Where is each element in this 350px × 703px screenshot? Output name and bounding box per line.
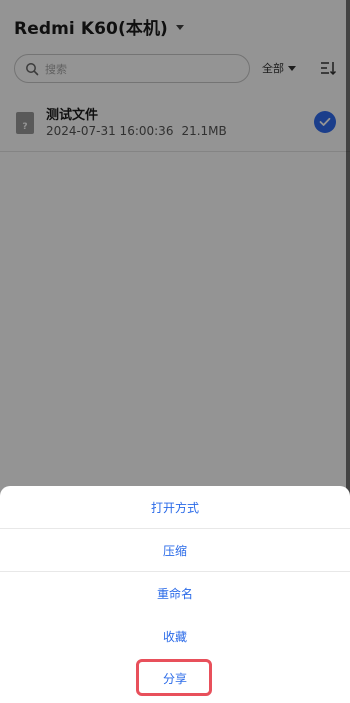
- menu-item-share[interactable]: 分享: [0, 657, 350, 700]
- menu-item-rename[interactable]: 重命名: [0, 572, 350, 615]
- menu-item-label: 压缩: [162, 543, 187, 558]
- action-sheet: 打开方式 压缩 重命名 收藏 分享: [0, 486, 350, 703]
- menu-item-label: 分享: [162, 672, 187, 686]
- menu-item-open-with[interactable]: 打开方式: [0, 486, 350, 529]
- menu-item-label: 重命名: [156, 587, 193, 601]
- file-manager-screen: Redmi K60(本机) 搜索 全部 ? 测试文件 2024-07-31 16…: [0, 0, 350, 703]
- menu-item-label: 打开方式: [150, 500, 199, 515]
- menu-item-label: 收藏: [162, 630, 187, 644]
- menu-item-compress[interactable]: 压缩: [0, 529, 350, 572]
- menu-item-favorite[interactable]: 收藏: [0, 615, 350, 658]
